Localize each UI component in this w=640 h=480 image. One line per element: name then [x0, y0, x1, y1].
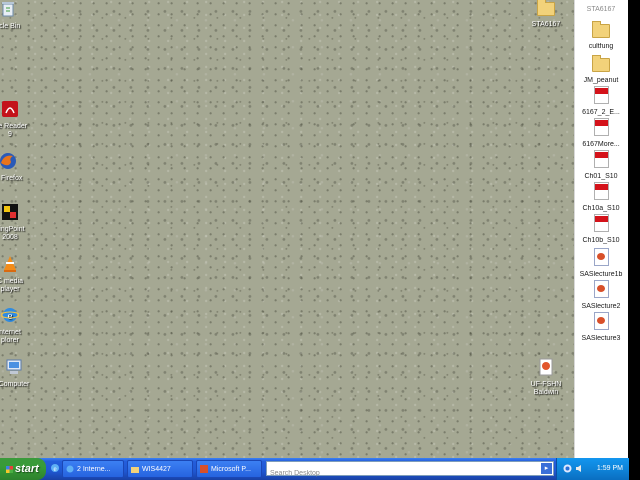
file-item-label: JM_peanut — [583, 77, 619, 84]
desktop-icon-label: ningPoint — [0, 226, 25, 233]
desktop-icon-firefox[interactable]: la Firefox — [0, 152, 38, 183]
pdf-icon — [593, 214, 609, 232]
folder-icon — [592, 55, 610, 72]
file-item-label: cultfung — [588, 43, 614, 50]
system-tray: 1:59 PM — [556, 458, 629, 480]
desktop-icon-label: la Firefox — [0, 175, 23, 182]
file-item-saslecture1b[interactable]: SASlecture1b — [575, 248, 627, 279]
desktop-icon-label-line2: 2008 — [2, 234, 18, 241]
file-item-jm-peanut[interactable]: JM_peanut — [575, 55, 627, 85]
desktop-icon-label: ycle Bin — [0, 23, 21, 30]
firefox-icon — [0, 153, 16, 169]
desktop-icon-internet-explorer[interactable]: e nternet plorer — [0, 306, 40, 345]
file-item-cultfung[interactable]: cultfung — [575, 21, 627, 51]
desktop-icon-label: C media — [0, 278, 24, 285]
desktop-icon-adobe-reader[interactable]: ble Reader 9 — [0, 100, 40, 139]
file-side-panel: STA6167 cultfung JM_peanut 6167_2_E... 6… — [574, 0, 629, 458]
ppt-icon — [593, 312, 609, 330]
file-item-label: Ch10a_S10 — [582, 205, 620, 212]
taskbar: start e 2 Interne... WIS4427 Microsoft P… — [0, 458, 629, 480]
pdf-icon — [593, 150, 609, 168]
file-item-saslecture3[interactable]: SASlecture3 — [575, 312, 627, 343]
file-item-label: Ch01_S10 — [584, 173, 618, 180]
desktop-icon-label-line2: 9 — [8, 131, 12, 138]
desktop-icon-label-line2: plorer — [1, 337, 19, 344]
screen-edge — [628, 0, 640, 480]
pdf-icon — [593, 182, 609, 200]
file-item-6167-2-e[interactable]: 6167_2_E... — [575, 86, 627, 117]
vlc-icon — [4, 256, 16, 272]
folder-icon — [537, 0, 555, 16]
taskbar-item-internet-explorer[interactable]: 2 Interne... — [62, 460, 124, 478]
desktop[interactable]: ycle Bin ble Reader 9 la Firefox ningP — [0, 0, 574, 458]
desktop-icon-recycle-bin[interactable]: ycle Bin — [0, 0, 38, 31]
recycle-bin-icon — [2, 2, 14, 17]
pdf-icon — [593, 118, 609, 136]
desktop-icon-uf-fshn[interactable]: UF-FSHN Baldwin — [516, 358, 576, 397]
ppt-icon — [593, 280, 609, 298]
tray-volume-icon[interactable] — [575, 464, 584, 473]
desktop-icon-label: UF-FSHN — [530, 381, 562, 388]
screen: ycle Bin ble Reader 9 la Firefox ningP — [0, 0, 640, 480]
adobe-reader-icon — [2, 101, 18, 117]
my-computer-icon — [6, 359, 22, 374]
taskbar-item-microsoft-powerpoint[interactable]: Microsoft P... — [196, 460, 262, 478]
desktop-icon-label: ble Reader — [0, 123, 28, 130]
start-button[interactable]: start — [0, 458, 46, 480]
quick-launch-ie-icon[interactable]: e — [50, 463, 60, 473]
file-item-ch10b-s10[interactable]: Ch10b_S10 — [575, 214, 627, 245]
file-item-label: SASlecture3 — [581, 335, 621, 342]
folder-icon — [131, 467, 139, 473]
desktop-icon-sta6167[interactable]: STA6167 — [516, 0, 576, 29]
file-item-label: SASlecture2 — [581, 303, 621, 310]
desktop-icon-label: Computer — [0, 381, 30, 388]
side-panel-header-label: STA6167 — [586, 6, 616, 13]
windows-logo-icon — [6, 465, 13, 473]
tray-network-icon[interactable] — [563, 464, 572, 473]
folder-icon — [592, 21, 610, 38]
file-item-ch01-s10[interactable]: Ch01_S10 — [575, 150, 627, 181]
tray-clock[interactable]: 1:59 PM — [597, 458, 623, 480]
desktop-icon-vlc[interactable]: C media player — [0, 255, 40, 294]
search-input[interactable] — [267, 467, 543, 480]
ppt-icon — [593, 248, 609, 266]
side-panel-header: STA6167 — [575, 6, 627, 14]
file-item-saslecture2[interactable]: SASlecture2 — [575, 280, 627, 311]
document-icon — [539, 358, 553, 376]
desktop-icon-label: nternet — [0, 329, 21, 336]
desktop-search-box: ▸ — [266, 461, 554, 480]
taskbar-item-label: WIS4427 — [142, 466, 171, 473]
file-item-ch10a-s10[interactable]: Ch10a_S10 — [575, 182, 627, 213]
learningpoint-icon — [2, 204, 18, 220]
file-item-label: SASlecture1b — [579, 271, 623, 278]
desktop-icon-my-computer[interactable]: Computer — [0, 358, 44, 389]
taskbar-item-label: Microsoft P... — [211, 466, 251, 473]
file-item-label: Ch10b_S10 — [582, 237, 620, 244]
file-item-6167more[interactable]: 6167More... — [575, 118, 627, 149]
taskbar-item-label: 2 Interne... — [77, 466, 111, 473]
desktop-icon-label-line2: player — [0, 286, 20, 293]
internet-explorer-icon — [66, 465, 74, 473]
svg-text:e: e — [53, 465, 56, 473]
pdf-icon — [593, 86, 609, 104]
desktop-icon-label-line2: Baldwin — [533, 389, 559, 396]
desktop-icon-label: STA6167 — [531, 21, 561, 28]
internet-explorer-icon: e — [1, 308, 19, 322]
start-label: start — [15, 463, 39, 475]
taskbar-item-wis4427[interactable]: WIS4427 — [127, 460, 193, 478]
desktop-icon-learningpoint[interactable]: ningPoint 2008 — [0, 203, 40, 242]
powerpoint-icon — [200, 465, 208, 473]
file-item-label: 6167_2_E... — [582, 109, 620, 116]
file-item-label: 6167More... — [582, 141, 620, 148]
search-go-button[interactable]: ▸ — [541, 463, 552, 474]
